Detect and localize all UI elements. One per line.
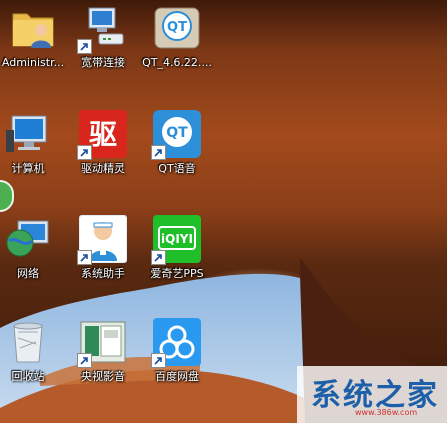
icon-label: 计算机 xyxy=(11,162,45,175)
icon-label: 驱动精灵 xyxy=(81,162,125,175)
shortcut-arrow-icon xyxy=(151,250,166,265)
desktop-icon-administrator[interactable]: Administr... xyxy=(0,0,72,76)
iqiyi-icon: iQIYI xyxy=(151,215,201,265)
shortcut-arrow-icon xyxy=(77,353,92,368)
desktop-icon-computer[interactable]: 计算机 xyxy=(0,106,67,182)
computer-icon xyxy=(4,110,52,158)
desktop-icon-recycle-bin[interactable]: 回收站 xyxy=(0,314,67,390)
cctv-video-icon xyxy=(77,318,127,368)
icon-label: 央视影音 xyxy=(81,370,125,383)
shortcut-arrow-icon xyxy=(77,145,92,160)
desktop-icon-iqiyi[interactable]: iQIYI 爱奇艺PPS xyxy=(138,211,216,287)
iqiyi-glyph: iQIYI xyxy=(161,232,193,246)
site-watermark: 系统之家 www.386w.com xyxy=(297,366,447,423)
desktop-icon-qt-voice[interactable]: QT QT语音 xyxy=(138,106,216,182)
network-globe-icon xyxy=(4,215,52,263)
desktop-icon-broadband[interactable]: 宽带连接 xyxy=(64,0,142,76)
user-folder-icon xyxy=(9,4,57,52)
qt-installer-icon: QT xyxy=(153,4,201,52)
shortcut-arrow-icon xyxy=(151,353,166,368)
shortcut-arrow-icon xyxy=(77,250,92,265)
shortcut-arrow-icon xyxy=(77,39,92,54)
driver-genius-icon: 驱 xyxy=(77,110,127,160)
qt-voice-icon: QT xyxy=(151,110,201,160)
icon-label: 回收站 xyxy=(11,370,45,383)
recycle-bin-icon xyxy=(4,318,52,366)
qt-installer-glyph: QT xyxy=(167,20,187,35)
icon-label: 百度网盘 xyxy=(155,370,199,383)
desktop-icon-cctv-video[interactable]: 央视影音 xyxy=(64,314,142,390)
desktop-icon-driver-genius[interactable]: 驱 驱动精灵 xyxy=(64,106,142,182)
icon-label: Administr... xyxy=(1,56,65,69)
qt-voice-glyph: QT xyxy=(166,125,188,141)
broadband-connection-icon xyxy=(77,4,127,54)
desktop-icon-baidu-pan[interactable]: 百度网盘 xyxy=(138,314,216,390)
icon-label: QT语音 xyxy=(158,162,196,175)
icon-label: QT_4.6.22.... xyxy=(142,56,212,69)
watermark-url: www.386w.com xyxy=(355,408,418,417)
icon-label: 网络 xyxy=(17,267,39,280)
desktop-icon-qt-installer[interactable]: QT QT_4.6.22.... xyxy=(138,0,216,76)
desktop-icon-system-assistant[interactable]: 系统助手 xyxy=(64,211,142,287)
icon-label: 宽带连接 xyxy=(81,56,125,69)
shortcut-arrow-icon xyxy=(151,145,166,160)
icon-label: 爱奇艺PPS xyxy=(150,267,204,280)
baidu-netdisk-icon xyxy=(151,318,201,368)
icon-label: 系统助手 xyxy=(81,267,125,280)
driver-genius-glyph: 驱 xyxy=(89,118,117,151)
system-assistant-icon xyxy=(77,214,128,265)
desktop-icon-network[interactable]: 网络 xyxy=(0,211,67,287)
